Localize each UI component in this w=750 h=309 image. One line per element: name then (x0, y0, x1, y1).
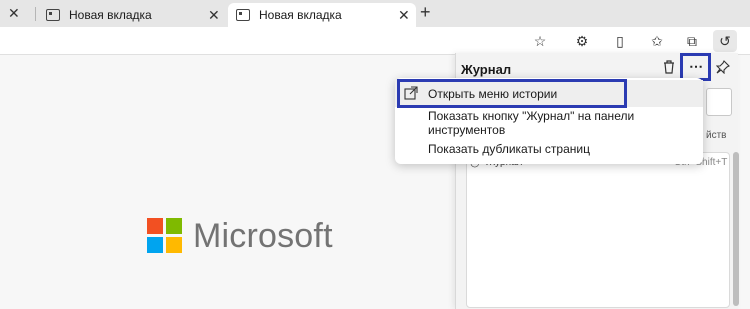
logo-square-red (147, 218, 163, 234)
tab-close-icon[interactable]: ✕ (398, 7, 410, 24)
tab-close-prev[interactable]: ✕ (8, 5, 20, 22)
tab-title: Новая вкладка (259, 8, 342, 22)
logo-square-yellow (166, 237, 182, 253)
tab-new-2[interactable]: Новая вкладка ✕ (228, 3, 416, 27)
collections-icon[interactable]: ⧉ (683, 32, 701, 50)
history-icon[interactable]: ↺ (713, 30, 737, 52)
more-options-button[interactable]: ⋯ (680, 53, 711, 81)
more-icon: ⋯ (689, 58, 703, 74)
toolbar (0, 27, 750, 55)
delete-icon[interactable] (663, 60, 675, 74)
tab-peek-text: йств (706, 130, 727, 141)
menu-item-show-duplicates[interactable]: Показать дубликаты страниц (395, 135, 703, 162)
highlight-box-open-history (397, 79, 627, 108)
menu-item-label: Показать кнопку "Журнал" на панели инстр… (428, 108, 635, 137)
logo-square-blue (147, 237, 163, 253)
pin-icon[interactable] (715, 60, 730, 75)
tab-page-icon (236, 9, 250, 21)
tab-new-1[interactable]: Новая вкладка ✕ (46, 3, 224, 27)
logo-square-green (166, 218, 182, 234)
tab-page-icon (46, 9, 60, 21)
tab-separator (35, 7, 36, 21)
search-field-edge[interactable] (706, 88, 732, 116)
tab-close-icon[interactable]: ✕ (208, 7, 220, 24)
tab-title: Новая вкладка (69, 8, 152, 22)
panel-scrollbar[interactable] (733, 152, 739, 306)
favorites-icon[interactable]: ✩ (648, 32, 666, 50)
favorite-star-icon[interactable]: ☆ (531, 32, 549, 50)
extensions-icon[interactable]: ⚙ (573, 32, 591, 50)
microsoft-logo (147, 218, 183, 254)
history-card (466, 152, 730, 308)
menu-item-label: Показать дубликаты страниц (428, 141, 590, 156)
microsoft-logo-text: Microsoft (193, 217, 333, 255)
split-screen-icon[interactable]: ▯ (611, 32, 629, 50)
menu-item-show-history-button[interactable]: Показать кнопку "Журнал" на панели инстр… (395, 108, 703, 137)
panel-title: Журнал (461, 62, 512, 77)
new-tab-button[interactable]: + (420, 2, 431, 23)
